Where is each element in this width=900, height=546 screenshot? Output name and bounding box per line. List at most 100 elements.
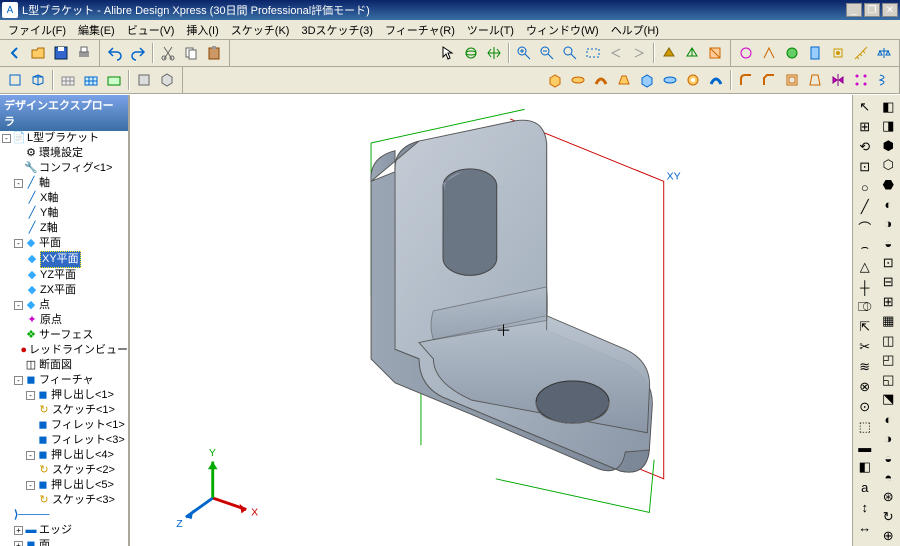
tree-yz-plane[interactable]: ◆YZ平面 <box>26 268 128 283</box>
tree-axes[interactable]: -╱軸 <box>14 176 128 191</box>
tree-zx-plane[interactable]: ◆ZX平面 <box>26 283 128 298</box>
menu-file[interactable]: ファイル(F) <box>2 20 72 40</box>
ft-hole-button[interactable] <box>682 69 704 91</box>
tree-xy-plane[interactable]: ◆XY平面 <box>26 251 128 268</box>
close-button[interactable]: ✕ <box>882 3 898 17</box>
menu-help[interactable]: ヘルプ(H) <box>605 20 665 40</box>
zoom-in-button[interactable] <box>513 42 535 64</box>
back-button[interactable] <box>4 42 26 64</box>
rtool-feature-21[interactable]: ↻ <box>877 507 899 527</box>
measure-button[interactable] <box>850 42 872 64</box>
tree-edge[interactable]: +▬エッジ <box>14 523 128 538</box>
rtool-sketch-12[interactable]: ✂ <box>854 337 876 357</box>
rtool-feature-20[interactable]: ⊛ <box>877 487 899 507</box>
view-top-button[interactable] <box>133 69 155 91</box>
tree-origin[interactable]: ✦原点 <box>26 313 128 328</box>
section-view-button[interactable] <box>704 42 726 64</box>
rtool-feature-6[interactable]: ◑ <box>877 214 899 234</box>
rtool-sketch-11[interactable]: ⇱ <box>854 317 876 337</box>
rtool-feature-11[interactable]: ▦ <box>877 312 899 332</box>
tree-sk3[interactable]: ↻スケッチ<3> <box>38 493 128 508</box>
ft-revolve-button[interactable] <box>567 69 589 91</box>
sketch-3d-button[interactable] <box>27 69 49 91</box>
ft-cut-sweep-button[interactable] <box>705 69 727 91</box>
menu-3dsketch[interactable]: 3Dスケッチ(3) <box>295 20 379 40</box>
rtool-sketch-6[interactable]: ⌒ <box>854 217 876 237</box>
wireframe-button[interactable] <box>681 42 703 64</box>
menu-sketch[interactable]: スケッチ(K) <box>225 20 296 40</box>
next-view-button[interactable] <box>628 42 650 64</box>
menu-view[interactable]: ビュー(V) <box>121 20 181 40</box>
tree-root[interactable]: -📄L型ブラケット <box>2 131 128 146</box>
cut-button[interactable] <box>157 42 179 64</box>
tree-z-axis[interactable]: ╱Z軸 <box>26 221 128 236</box>
rtool-feature-5[interactable]: ◐ <box>877 195 899 215</box>
tree-env[interactable]: ⚙環境設定 <box>14 146 128 161</box>
save-button[interactable] <box>50 42 72 64</box>
rtool-feature-10[interactable]: ⊞ <box>877 292 899 312</box>
rtool-feature-19[interactable]: ◓ <box>877 468 899 488</box>
pan-button[interactable] <box>483 42 505 64</box>
rtool-sketch-13[interactable]: ≋ <box>854 357 876 377</box>
rtool-sketch-17[interactable]: ▬ <box>854 437 876 457</box>
analyze-5-button[interactable] <box>827 42 849 64</box>
sketch-2d-button[interactable] <box>4 69 26 91</box>
rtool-sketch-16[interactable]: ⬚ <box>854 417 876 437</box>
rtool-sketch-4[interactable]: ○ <box>854 177 876 197</box>
tree-points[interactable]: -◆点 <box>14 298 128 313</box>
rtool-feature-4[interactable]: ⬣ <box>877 175 899 195</box>
analyze-3-button[interactable] <box>781 42 803 64</box>
prev-view-button[interactable] <box>605 42 627 64</box>
rtool-sketch-8[interactable]: △ <box>854 257 876 277</box>
rtool-feature-8[interactable]: ⊡ <box>877 253 899 273</box>
rtool-sketch-15[interactable]: ⊙ <box>854 397 876 417</box>
tree-fil3[interactable]: ◼フィレット<3> <box>26 433 128 448</box>
rtool-sketch-21[interactable]: ↔ <box>854 517 876 537</box>
paste-button[interactable] <box>203 42 225 64</box>
tree-ext5[interactable]: -◼押し出し<5> <box>26 478 128 493</box>
print-button[interactable] <box>73 42 95 64</box>
undo-button[interactable] <box>104 42 126 64</box>
menu-insert[interactable]: 挿入(I) <box>180 20 224 40</box>
rtool-sketch-5[interactable]: ╱ <box>854 197 876 217</box>
tree-y-axis[interactable]: ╱Y軸 <box>26 206 128 221</box>
ft-sweep-button[interactable] <box>590 69 612 91</box>
menu-edit[interactable]: 編集(E) <box>72 20 121 40</box>
menu-feature[interactable]: フィーチャ(R) <box>379 20 461 40</box>
tree-surface[interactable]: ❖サーフェス <box>14 328 128 343</box>
tree-ext4[interactable]: -◼押し出し<4> <box>26 448 128 463</box>
redo-button[interactable] <box>127 42 149 64</box>
rtool-feature-1[interactable]: ◨ <box>877 117 899 137</box>
ft-draft-button[interactable] <box>804 69 826 91</box>
rtool-sketch-10[interactable]: ⎄ <box>854 297 876 317</box>
rtool-feature-17[interactable]: ◑ <box>877 429 899 449</box>
rtool-sketch-20[interactable]: ↕ <box>854 497 876 517</box>
rtool-sketch-3[interactable]: ⊡ <box>854 157 876 177</box>
tree-face[interactable]: +◼面 <box>14 538 128 546</box>
rtool-sketch-0[interactable]: ↖ <box>854 97 876 117</box>
rtool-feature-18[interactable]: ◒ <box>877 448 899 468</box>
ft-extrude-button[interactable] <box>544 69 566 91</box>
rtool-feature-16[interactable]: ◐ <box>877 409 899 429</box>
maximize-button[interactable]: ❐ <box>864 3 880 17</box>
feature-tree[interactable]: -📄L型ブラケット ⚙環境設定 🔧コンフィグ<1> -╱軸 ╱X軸 ╱Y軸 ╱Z… <box>0 131 128 546</box>
rtool-feature-7[interactable]: ◒ <box>877 234 899 254</box>
3d-viewport[interactable]: X Y Z XY <box>130 95 852 546</box>
rtool-feature-3[interactable]: ⬡ <box>877 156 899 176</box>
zoom-out-button[interactable] <box>536 42 558 64</box>
grid-2-button[interactable] <box>80 69 102 91</box>
analyze-1-button[interactable] <box>735 42 757 64</box>
rtool-sketch-2[interactable]: ⟲ <box>854 137 876 157</box>
rtool-sketch-1[interactable]: ⊞ <box>854 117 876 137</box>
ft-loft-button[interactable] <box>613 69 635 91</box>
analyze-2-button[interactable] <box>758 42 780 64</box>
tree-features[interactable]: -◼フィーチャ <box>14 373 128 388</box>
select-button[interactable] <box>437 42 459 64</box>
tree-fil1[interactable]: ◼フィレット<1> <box>26 418 128 433</box>
rtool-sketch-18[interactable]: ◧ <box>854 457 876 477</box>
orbit-button[interactable] <box>460 42 482 64</box>
menu-tools[interactable]: ツール(T) <box>461 20 520 40</box>
ft-chamfer-button[interactable] <box>758 69 780 91</box>
rtool-sketch-19[interactable]: a <box>854 477 876 497</box>
grid-1-button[interactable] <box>57 69 79 91</box>
